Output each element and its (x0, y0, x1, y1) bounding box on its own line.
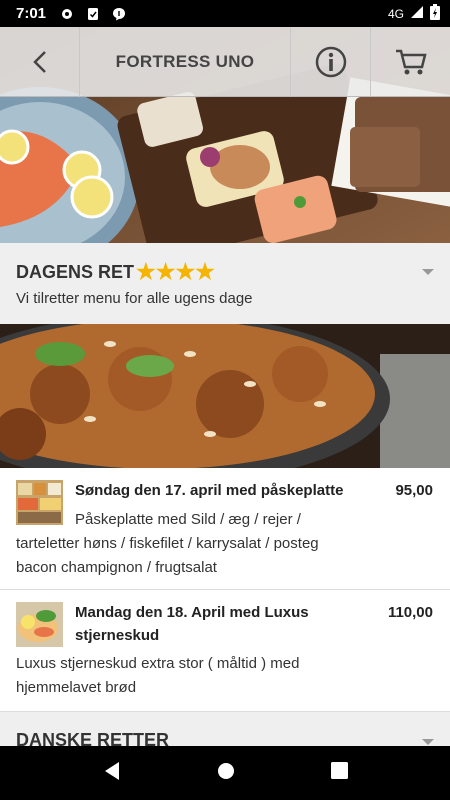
rating-stars: ★★★★ (136, 259, 215, 284)
cart-icon (395, 49, 427, 75)
network-label: 4G (387, 6, 404, 21)
item-price: 110,00 (387, 604, 433, 621)
back-arrow-icon (32, 51, 46, 73)
back-button[interactable] (0, 27, 80, 97)
section-title: DANSKE RETTER (16, 730, 170, 746)
menu-item[interactable]: Mandag den 18. April med Luxus stjernesk… (0, 590, 450, 712)
nav-home-icon (217, 762, 234, 779)
battery-icon (430, 4, 440, 23)
section-dagens-ret[interactable]: DAGENS RET ★★★★ Vi tilretter menu for al… (0, 243, 450, 324)
chevron-down-icon (422, 739, 434, 745)
menu-item[interactable]: Søndag den 17. april med påskeplatte 95,… (0, 468, 450, 590)
system-nav-bar (0, 746, 450, 800)
dish-banner-image (0, 324, 450, 468)
item-thumbnail (16, 480, 63, 525)
nav-recents-button[interactable] (330, 762, 348, 784)
section-title-wrap: DAGENS RET ★★★★ (16, 259, 215, 285)
item-description-line: hjemmelavet brød (16, 679, 137, 696)
item-description-line: tarteletter høns / fiskefilet / karrysal… (16, 535, 319, 552)
page-title: FORTRESS UNO (115, 51, 255, 71)
nav-home-button[interactable] (217, 762, 235, 785)
status-bar: 7:01 4G (0, 0, 450, 27)
settings-icon (60, 7, 74, 21)
item-description-line: bacon champignon / frugtsalat (16, 559, 217, 576)
section-danske-retter[interactable]: DANSKE RETTER (0, 712, 450, 746)
item-name-line: Mandag den 18. April med Luxus (75, 604, 309, 621)
signal-icon (410, 5, 424, 22)
chat-icon (112, 7, 126, 21)
cart-button[interactable] (370, 27, 450, 97)
item-price: 95,00 (395, 482, 433, 499)
item-name: Søndag den 17. april med påskeplatte (75, 482, 344, 499)
app-header: FORTRESS UNO (0, 27, 450, 97)
clipboard-icon (86, 7, 100, 21)
section-title: DAGENS RET (16, 261, 135, 282)
status-time: 7:01 (16, 5, 47, 22)
chevron-down-icon (422, 269, 434, 275)
nav-back-button[interactable] (103, 761, 121, 786)
item-name-line: stjerneskud (75, 627, 160, 644)
item-description-line: Luxus stjerneskud extra stor ( måltid ) … (16, 655, 300, 672)
nav-back-icon (104, 761, 119, 780)
item-thumbnail (16, 602, 63, 647)
info-icon (315, 46, 346, 78)
info-button[interactable] (290, 27, 370, 97)
section-subtitle: Vi tilretter menu for alle ugens dage (16, 290, 253, 307)
nav-recents-icon (330, 762, 348, 779)
item-description-line: Påskeplatte med Sild / æg / rejer / (75, 511, 301, 528)
